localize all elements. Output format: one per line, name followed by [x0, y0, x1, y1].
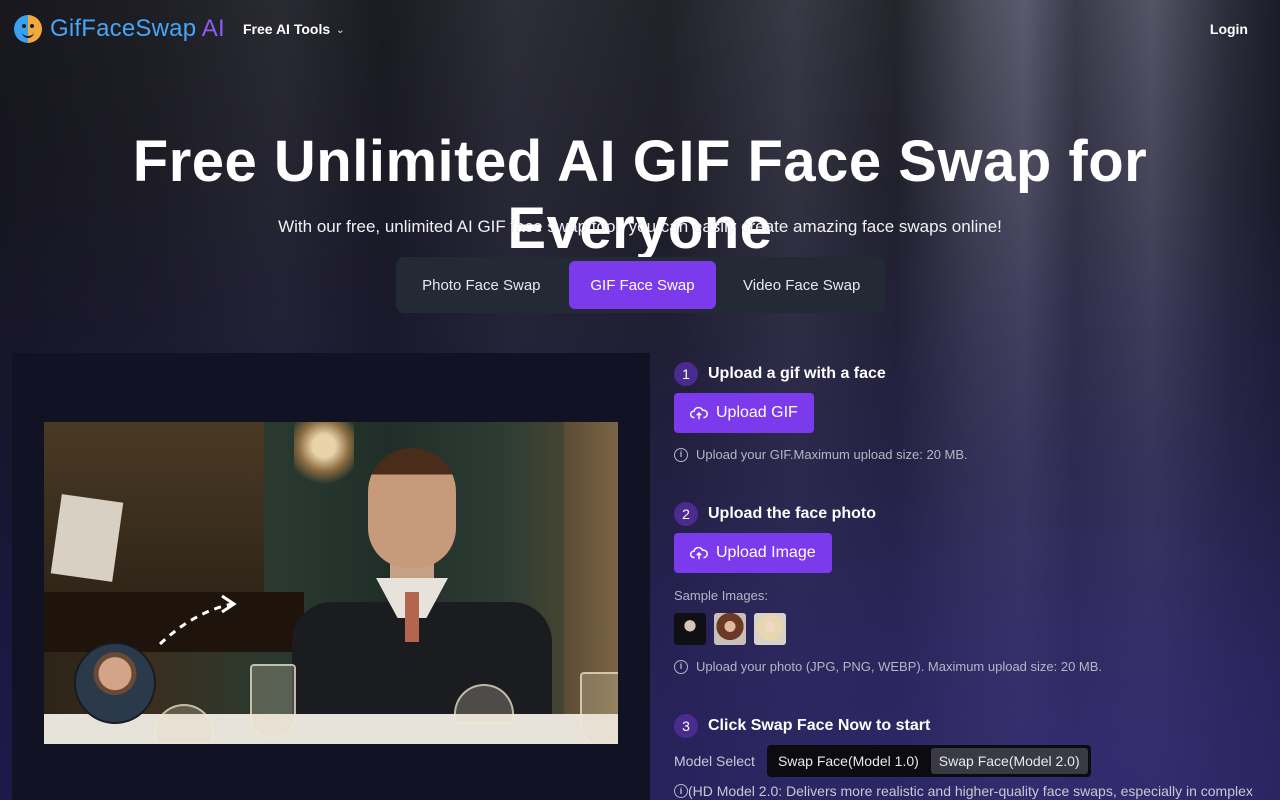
model-select: Swap Face(Model 1.0) Swap Face(Model 2.0… — [766, 745, 1091, 777]
free-ai-tools-label: Free AI Tools — [243, 21, 331, 37]
sample-image-3[interactable] — [754, 613, 786, 645]
model-option-2[interactable]: Swap Face(Model 2.0) — [930, 748, 1088, 774]
step-1-badge: 1 — [674, 362, 698, 386]
arrow-icon — [158, 594, 237, 646]
step-3-title: Click Swap Face Now to start — [708, 717, 931, 734]
upload-cloud-icon — [690, 406, 708, 420]
step-1-header: 1 Upload a gif with a face — [674, 362, 886, 386]
example-gif-preview — [44, 422, 618, 744]
model-select-row: Model Select Swap Face(Model 1.0) Swap F… — [674, 745, 1091, 777]
info-icon: i — [674, 447, 688, 462]
step-2-badge: 2 — [674, 502, 698, 526]
model-note-text: (HD Model 2.0: Delivers more realistic a… — [688, 783, 1253, 799]
preview-panel — [12, 353, 650, 800]
logo-text: GifFaceSwap AI — [50, 15, 225, 43]
model-option-1[interactable]: Swap Face(Model 1.0) — [770, 748, 927, 774]
step-2-header: 2 Upload the face photo — [674, 502, 876, 526]
page-title: Free Unlimited AI GIF Face Swap for Ever… — [132, 129, 1148, 261]
face-avatar — [74, 642, 156, 724]
step-1-hint-text: Upload your GIF.Maximum upload size: 20 … — [696, 447, 968, 462]
sample-images-label: Sample Images: — [674, 588, 768, 603]
step-2-title: Upload the face photo — [708, 505, 876, 522]
upload-cloud-icon — [690, 546, 708, 560]
step-1-hint: i Upload your GIF.Maximum upload size: 2… — [674, 447, 968, 462]
info-icon: i — [674, 784, 688, 798]
step-2-hint: i Upload your photo (JPG, PNG, WEBP). Ma… — [674, 659, 1102, 674]
model-select-label: Model Select — [674, 753, 755, 769]
upload-gif-label: Upload GIF — [716, 404, 798, 421]
upload-image-label: Upload Image — [716, 544, 816, 561]
free-ai-tools-menu[interactable]: Free AI Tools ⌄ — [243, 21, 345, 37]
chevron-down-icon: ⌄ — [336, 24, 345, 36]
upload-gif-button[interactable]: Upload GIF — [674, 393, 814, 433]
tab-photo-face-swap[interactable]: Photo Face Swap — [400, 261, 563, 309]
upload-image-button[interactable]: Upload Image — [674, 533, 832, 573]
model-note: i (HD Model 2.0: Delivers more realistic… — [674, 783, 1280, 799]
logo-text-main: GifFaceSwap — [50, 15, 197, 42]
sample-image-2[interactable] — [714, 613, 746, 645]
login-link[interactable]: Login — [1210, 21, 1248, 37]
preview-person — [272, 442, 572, 744]
step-3-badge: 3 — [674, 714, 698, 738]
info-icon: i — [674, 659, 688, 674]
step-2-hint-text: Upload your photo (JPG, PNG, WEBP). Maxi… — [696, 659, 1103, 674]
sample-image-1[interactable] — [674, 613, 706, 645]
step-1-title: Upload a gif with a face — [708, 365, 886, 382]
tab-video-face-swap[interactable]: Video Face Swap — [722, 261, 881, 309]
page-subtitle: With our free, unlimited AI GIF face swa… — [278, 217, 1002, 236]
logo-icon — [14, 15, 42, 43]
page: GifFaceSwap AI Free AI Tools ⌄ Login Fre… — [0, 0, 1280, 800]
step-3-header: 3 Click Swap Face Now to start — [674, 714, 930, 738]
logo[interactable]: GifFaceSwap AI — [14, 15, 225, 43]
sample-images — [674, 613, 786, 645]
logo-text-ai: AI — [196, 15, 225, 42]
swap-mode-tabs: Photo Face Swap GIF Face Swap Video Face… — [396, 257, 885, 313]
header: GifFaceSwap AI Free AI Tools ⌄ Login — [0, 0, 1280, 60]
tab-gif-face-swap[interactable]: GIF Face Swap — [568, 261, 717, 309]
